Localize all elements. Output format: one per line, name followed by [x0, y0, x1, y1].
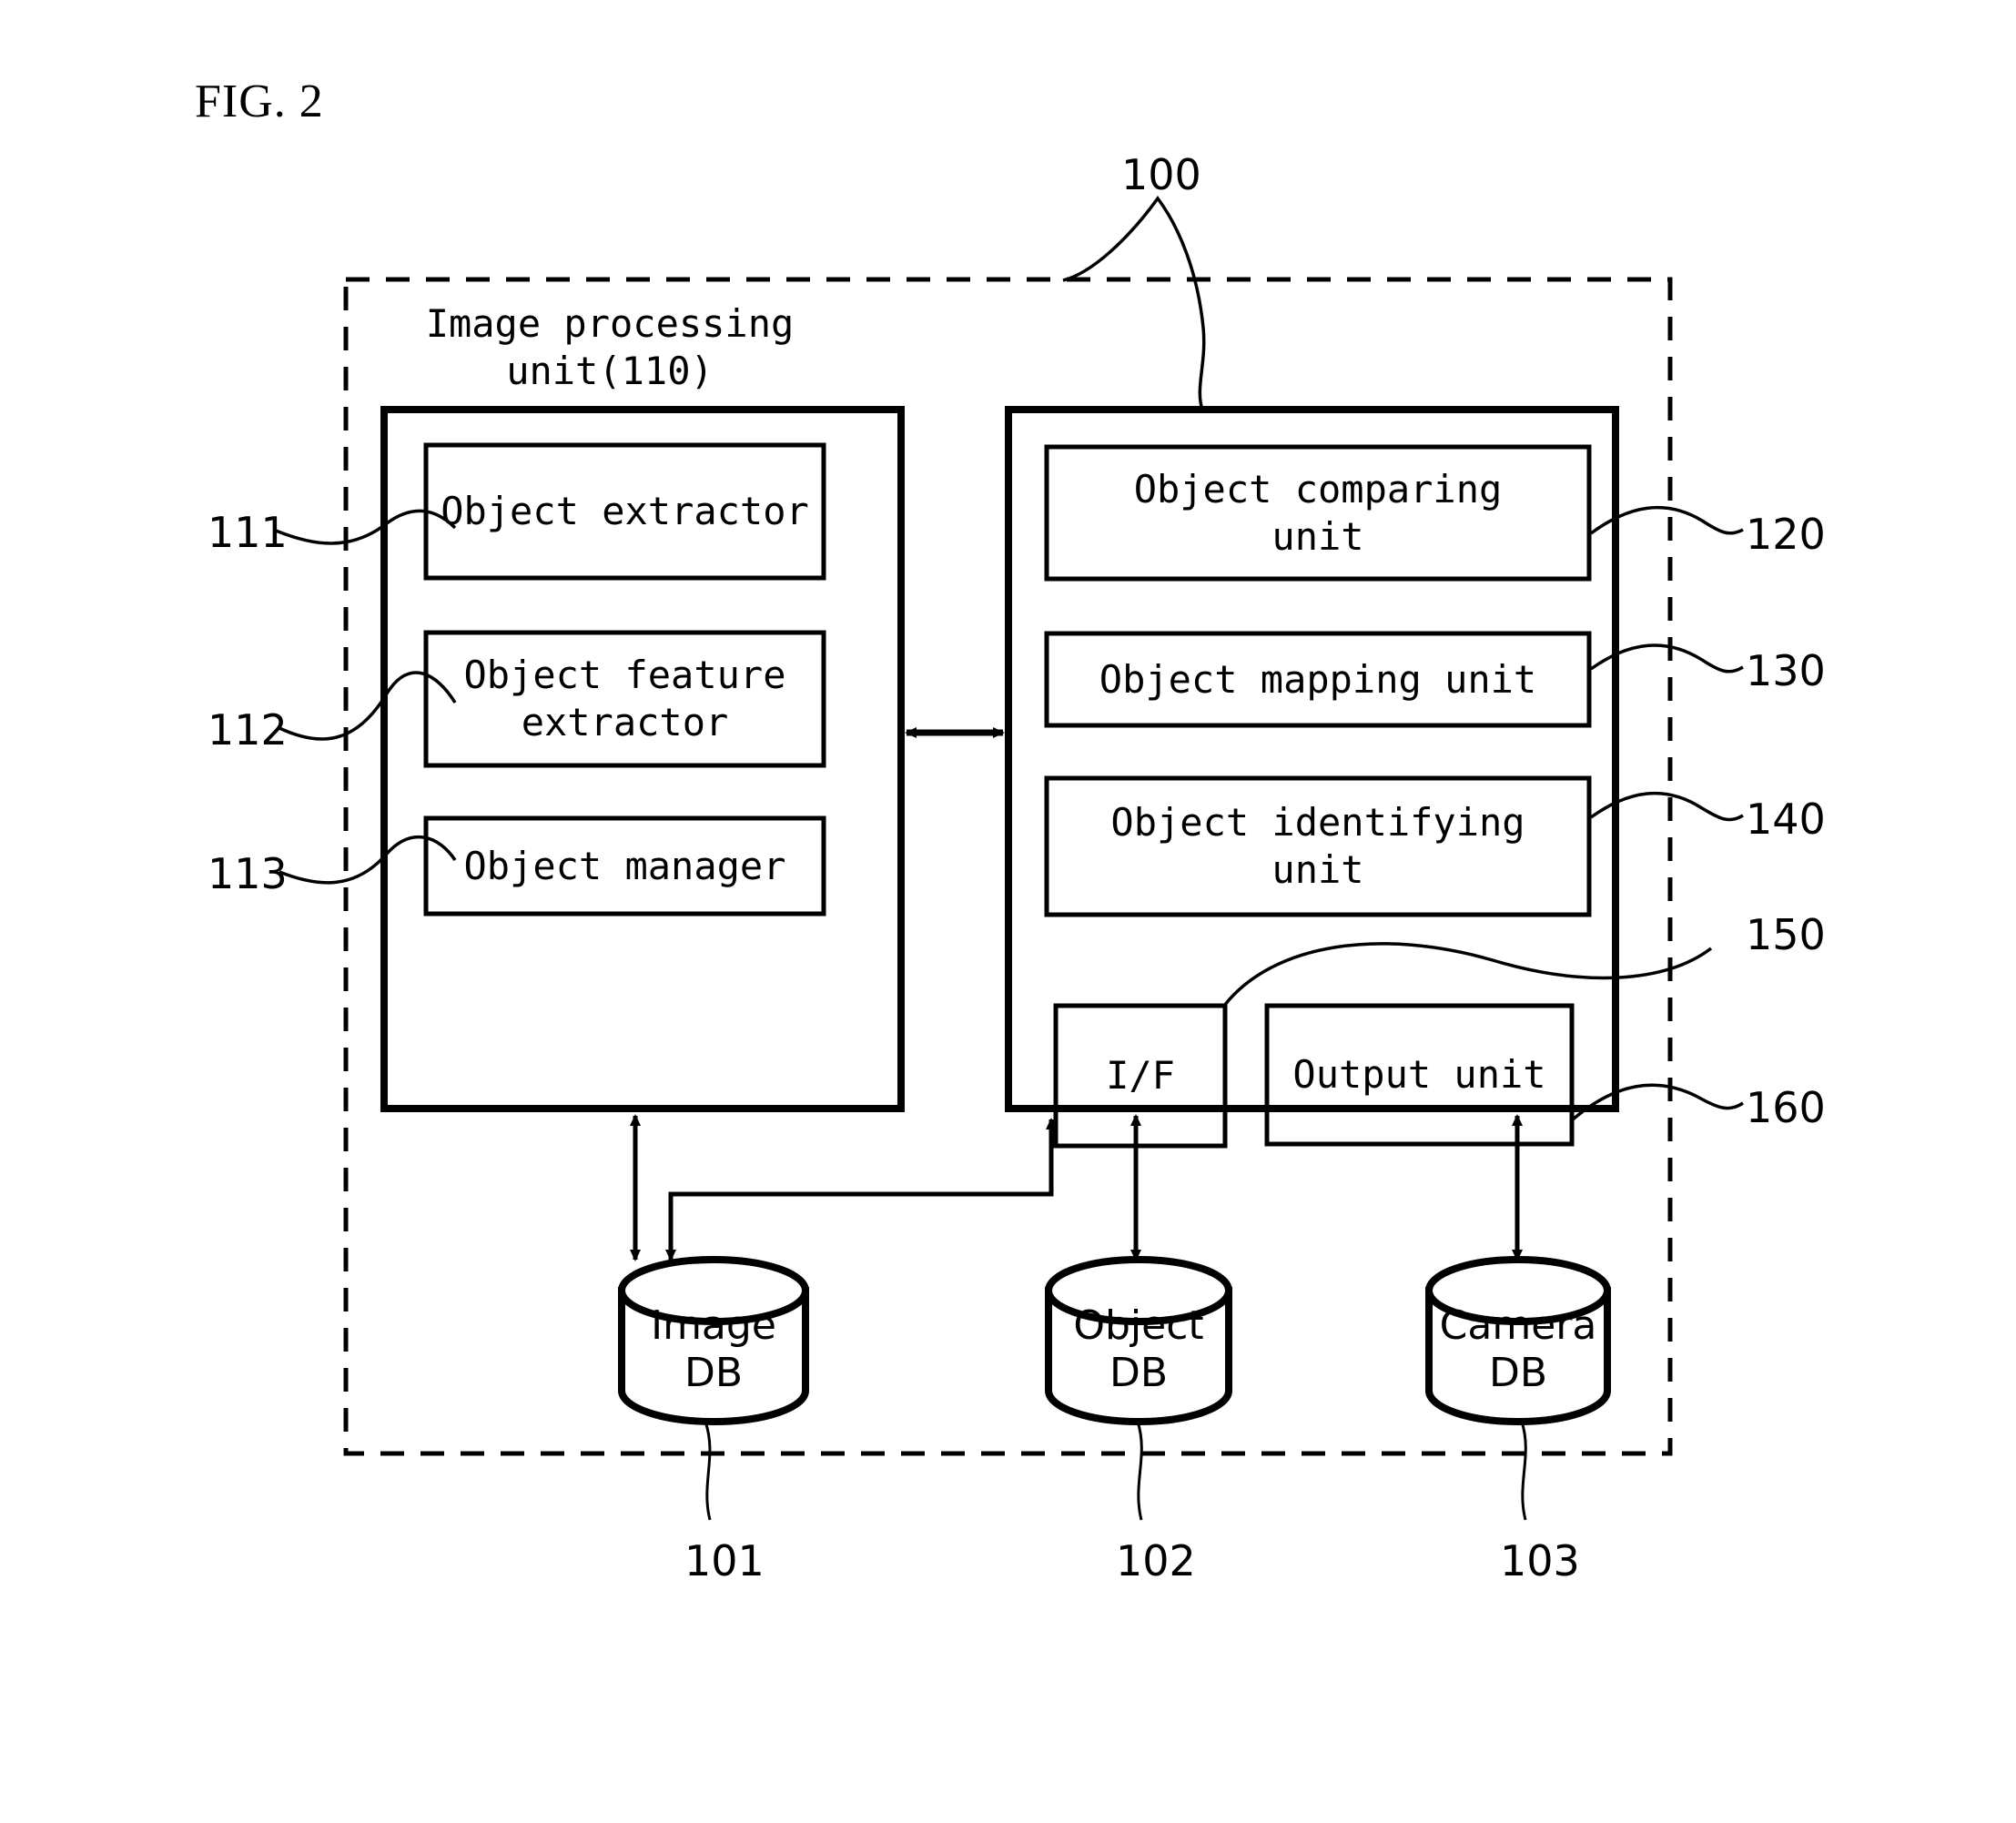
camera-db-label: Camera DB	[1429, 1292, 1607, 1406]
diagram-canvas	[0, 0, 2016, 1823]
if-label: I/F	[1056, 1006, 1225, 1146]
ref-num-100: 100	[1121, 150, 1201, 199]
object-mapping-unit-label: Object mapping unit	[1047, 633, 1589, 725]
camera-db-name: Camera	[1440, 1302, 1597, 1350]
ref-num-160: 160	[1746, 1083, 1826, 1132]
object-db-name: Object	[1073, 1302, 1203, 1350]
leader-line-160	[1573, 1085, 1743, 1119]
leader-line-100	[1063, 198, 1204, 412]
object-identifying-unit-label: Object identifying unit	[1047, 778, 1589, 915]
right-unit-to-image-db-path	[671, 1119, 1051, 1260]
ref-num-102: 102	[1116, 1536, 1196, 1585]
ref-num-150: 150	[1746, 910, 1826, 959]
leader-line-102	[1138, 1422, 1141, 1520]
ref-num-111: 111	[208, 508, 288, 557]
object-manager-label: Object manager	[426, 818, 824, 914]
image-db-type: DB	[684, 1350, 743, 1397]
image-db-name: Image	[651, 1302, 776, 1350]
object-db-type: DB	[1109, 1350, 1168, 1397]
ref-num-101: 101	[684, 1536, 765, 1585]
figure-page: FIG. 2 100 Image processing unit(110) Ob…	[0, 0, 2016, 1823]
leader-line-101	[705, 1422, 710, 1520]
ref-num-130: 130	[1746, 646, 1826, 695]
leader-line-150	[1224, 944, 1711, 1006]
ref-num-113: 113	[208, 849, 288, 898]
object-comparing-unit-label: Object comparing unit	[1047, 447, 1589, 579]
ref-num-112: 112	[208, 705, 288, 755]
ref-num-103: 103	[1500, 1536, 1580, 1585]
leader-line-103	[1522, 1422, 1525, 1520]
ref-num-120: 120	[1746, 510, 1826, 559]
output-unit-label: Output unit	[1267, 1006, 1572, 1144]
ref-num-140: 140	[1746, 795, 1826, 844]
object-feature-extractor-label: Object feature extractor	[426, 633, 824, 765]
camera-db-type: DB	[1489, 1350, 1547, 1397]
image-processing-unit-title: Image processing unit(110)	[419, 300, 801, 395]
figure-caption: FIG. 2	[195, 75, 324, 128]
object-db-label: Object DB	[1049, 1292, 1229, 1406]
object-extractor-label: Object extractor	[426, 445, 824, 578]
image-db-label: Image DB	[622, 1292, 805, 1406]
